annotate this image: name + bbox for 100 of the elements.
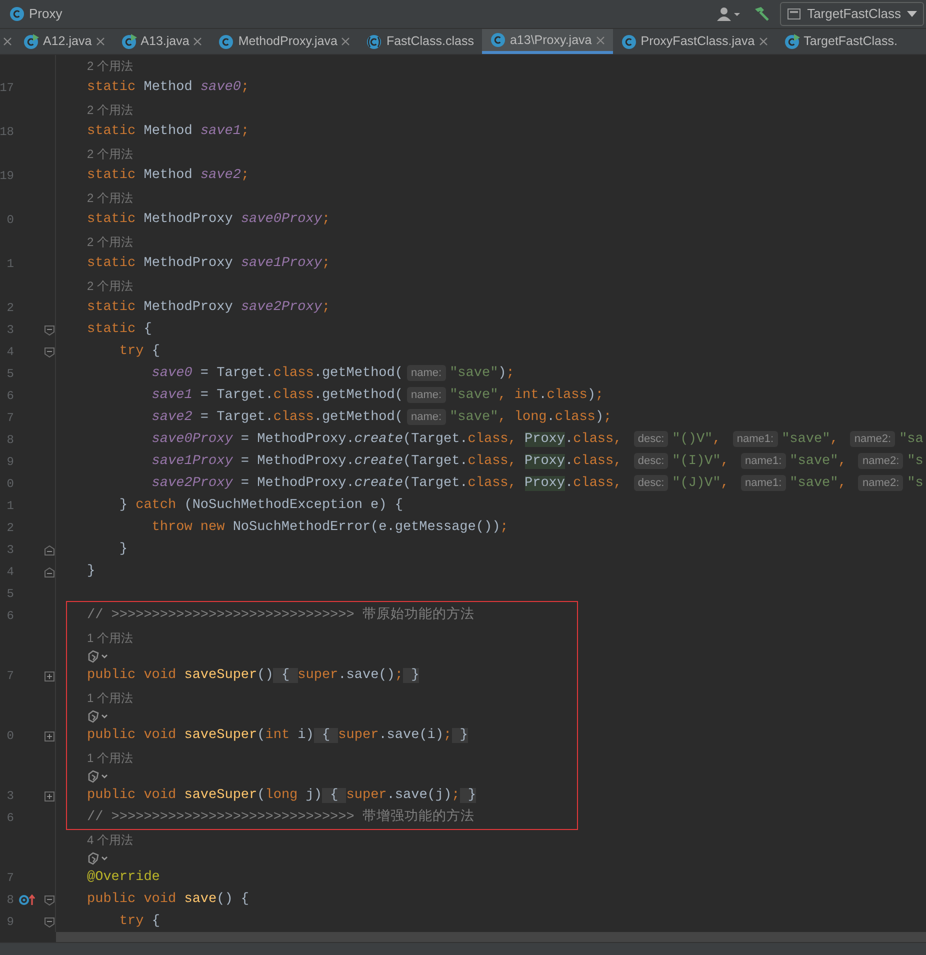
usage-hint[interactable]: 1 个用法 — [87, 629, 134, 647]
code-line: static Method save0; — [87, 78, 250, 97]
code-line: save1Proxy = MethodProxy.create(Target.class, Proxy.class, desc: "(I)V", name1: "save", name2: "s — [150, 452, 924, 471]
code-vision-button[interactable] — [87, 770, 109, 784]
line-number: 9 — [6, 454, 14, 471]
class-icon — [620, 34, 637, 50]
usage-hint[interactable]: 4 个用法 — [87, 831, 134, 849]
fold-marker-icon[interactable] — [44, 566, 54, 578]
line-number: 1 — [6, 256, 14, 273]
line-number: 19 — [0, 168, 14, 185]
code-line: public void save() { — [87, 890, 250, 909]
editor-tab[interactable]: MethodProxy.java — [210, 29, 358, 54]
line-number: 8 — [6, 432, 14, 449]
breadcrumb[interactable]: Proxy — [29, 4, 62, 24]
code-line: // >>>>>>>>>>>>>>>>>>>>>>>>>>>>>> 带增强功能的方法 — [87, 808, 474, 827]
editor-tab[interactable]: A13.java — [112, 29, 210, 54]
line-number: 4 — [6, 344, 14, 361]
code-line: static Method save2; — [87, 166, 250, 185]
class-icon — [120, 34, 137, 50]
editor-tab[interactable]: TargetFastClass. — [776, 29, 906, 54]
line-number: 18 — [0, 124, 14, 141]
code-line: public void saveSuper() { super.save(); } — [87, 666, 420, 685]
line-number: 7 — [6, 668, 14, 685]
usage-hint[interactable]: 2 个用法 — [87, 101, 134, 119]
code-line: } catch (NoSuchMethodException e) { — [118, 496, 403, 515]
expand-marker-icon[interactable] — [44, 790, 54, 802]
line-number: 4 — [6, 564, 14, 581]
close-icon[interactable] — [596, 36, 605, 44]
class-icon — [366, 34, 382, 50]
line-number: 3 — [6, 542, 14, 559]
code-line: static MethodProxy save1Proxy; — [87, 254, 330, 273]
code-line: try { — [118, 912, 160, 931]
line-number: 9 — [6, 914, 14, 931]
code-line: save1 = Target.class.getMethod( name: "save", int.class); — [150, 386, 604, 405]
line-number: 17 — [0, 80, 14, 97]
line-number: 7 — [6, 870, 14, 887]
code-line: static { — [87, 320, 152, 339]
line-number: 0 — [6, 476, 14, 493]
line-number: 1 — [6, 498, 14, 515]
fold-marker-icon[interactable] — [44, 544, 54, 556]
close-icon[interactable] — [96, 37, 105, 46]
fold-marker-icon[interactable] — [44, 894, 54, 906]
caret-icon — [907, 11, 917, 17]
code-line: public void saveSuper(long j) { super.save(j); } — [87, 786, 476, 805]
editor-tab[interactable]: FastClass.class — [358, 29, 482, 54]
code-line: save2 = Target.class.getMethod( name: "save", long.class); — [150, 408, 612, 427]
class-icon — [218, 34, 234, 50]
usage-hint[interactable]: 2 个用法 — [87, 189, 134, 207]
code-line: } — [87, 562, 96, 581]
line-number: 3 — [6, 788, 14, 805]
window-icon — [787, 8, 802, 20]
fold-marker-icon[interactable] — [44, 346, 54, 358]
line-number: 3 — [6, 322, 14, 339]
line-number: 7 — [6, 410, 14, 427]
line-number: 5 — [6, 366, 14, 383]
code-vision-button[interactable] — [87, 710, 109, 724]
usage-hint[interactable]: 1 个用法 — [87, 689, 134, 707]
editor-tab[interactable]: ProxyFastClass.java — [612, 29, 776, 54]
code-line: static MethodProxy save2Proxy; — [87, 298, 330, 317]
run-configuration-dropdown[interactable]: TargetFastClass — [780, 2, 924, 26]
code-line: // >>>>>>>>>>>>>>>>>>>>>>>>>>>>>> 带原始功能的方法 — [87, 606, 474, 625]
code-line: save0Proxy = MethodProxy.create(Target.class, Proxy.class, desc: "()V", name1: "save", name2: "sa — [150, 430, 924, 449]
usage-hint[interactable]: 2 个用法 — [87, 233, 134, 251]
class-icon — [490, 32, 506, 48]
close-icon[interactable] — [758, 37, 768, 46]
code-line: static MethodProxy save0Proxy; — [87, 210, 330, 229]
code-line: save0 = Target.class.getMethod( name: "save"); — [150, 364, 514, 383]
editor-tab[interactable]: A12.java — [15, 29, 113, 54]
line-number: 6 — [6, 608, 14, 625]
code-vision-button[interactable] — [87, 650, 109, 664]
code-line: save2Proxy = MethodProxy.create(Target.class, Proxy.class, desc: "(J)V", name1: "save", name2: "s — [150, 474, 924, 493]
usage-hint[interactable]: 1 个用法 — [87, 749, 134, 767]
code-line: public void saveSuper(int i) { super.save(i); } — [87, 726, 468, 745]
class-icon — [9, 6, 25, 22]
code-line: throw new NoSuchMethodError(e.getMessage()); — [150, 518, 508, 537]
code-line: } — [118, 540, 128, 559]
close-icon[interactable] — [3, 37, 12, 46]
class-icon — [23, 34, 39, 50]
code-line: static Method save1; — [87, 122, 250, 141]
line-number: 5 — [6, 586, 14, 603]
fold-marker-icon[interactable] — [44, 916, 54, 928]
code-vision-button[interactable] — [87, 852, 109, 866]
user-icon[interactable] — [716, 6, 742, 22]
line-number: 6 — [6, 810, 14, 827]
line-number: 0 — [6, 728, 14, 745]
line-number: 2 — [6, 520, 14, 537]
fold-marker-icon[interactable] — [44, 324, 54, 336]
close-icon[interactable] — [193, 37, 202, 46]
expand-marker-icon[interactable] — [44, 670, 54, 682]
usage-hint[interactable]: 2 个用法 — [87, 145, 134, 163]
class-icon — [784, 34, 800, 50]
editor-tab[interactable]: a13\Proxy.java — [482, 29, 613, 54]
code-line: @Override — [87, 868, 160, 887]
line-number: 0 — [6, 212, 14, 229]
usage-hint[interactable]: 2 个用法 — [87, 277, 134, 295]
code-line: try { — [118, 342, 160, 361]
override-marker-icon[interactable] — [19, 894, 37, 906]
usage-hint[interactable]: 2 个用法 — [87, 57, 134, 75]
close-icon[interactable] — [341, 37, 350, 46]
expand-marker-icon[interactable] — [44, 730, 54, 742]
